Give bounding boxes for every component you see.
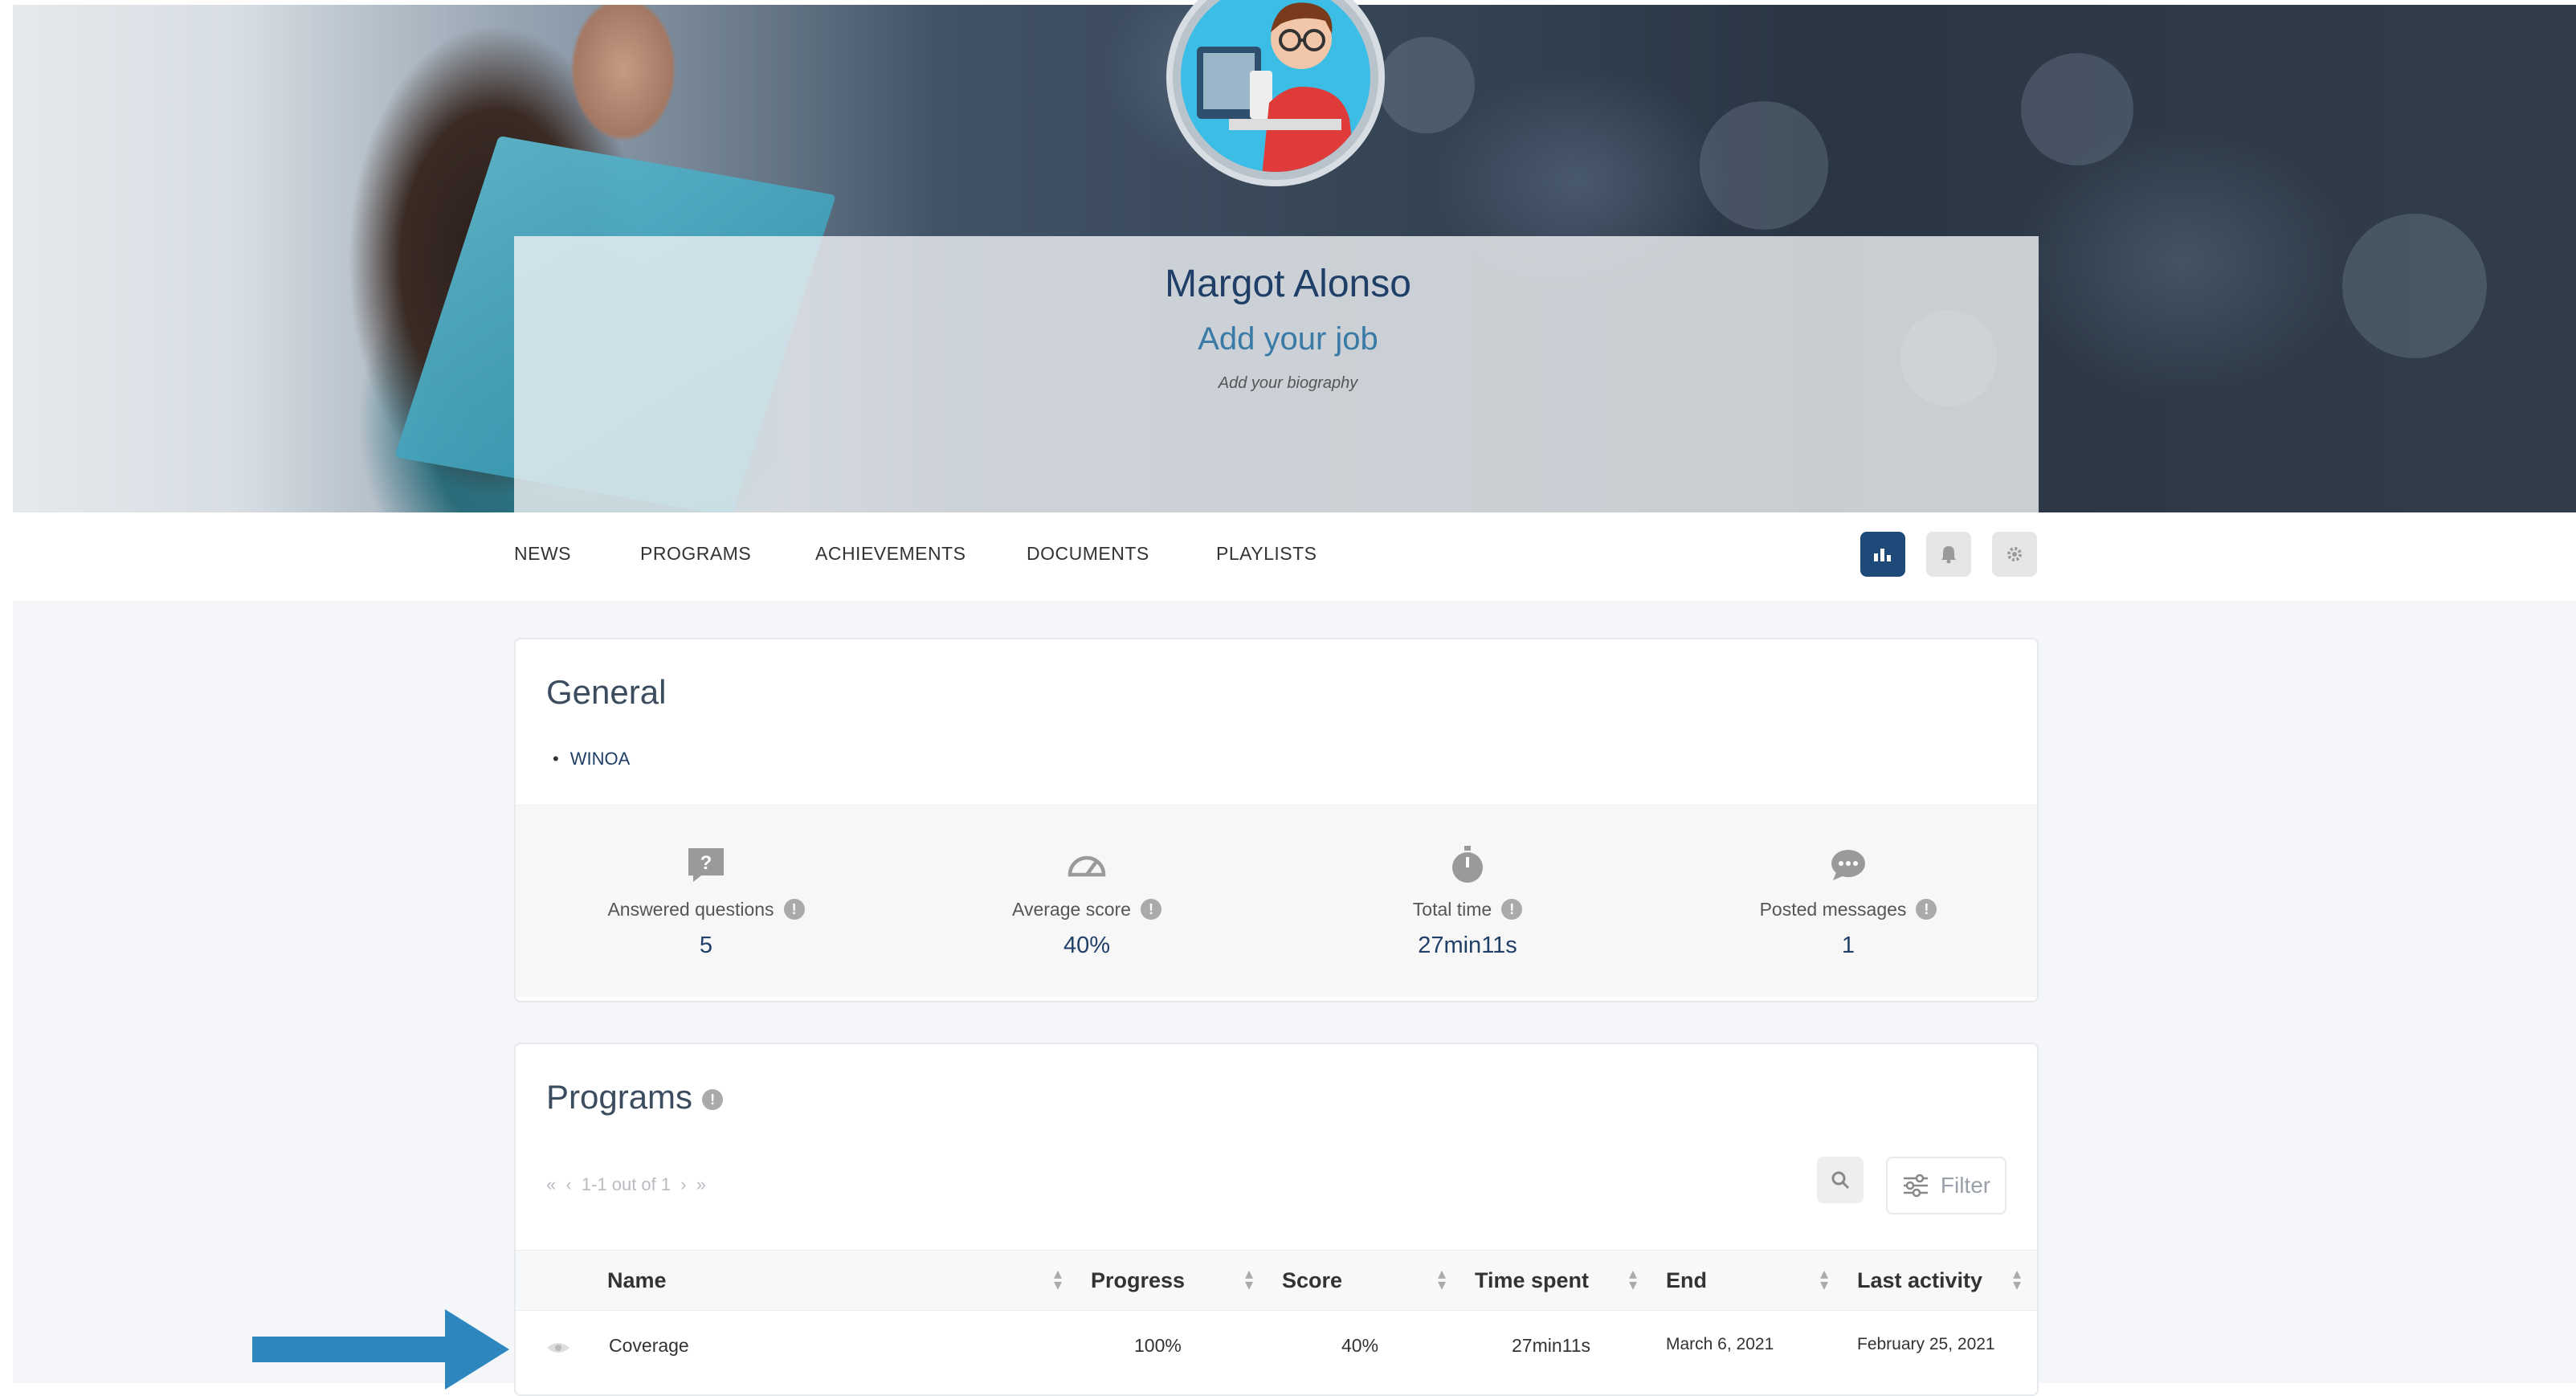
filter-label: Filter	[1940, 1173, 1991, 1198]
tab-playlists[interactable]: PLAYLISTS	[1216, 543, 1317, 565]
sort-icon[interactable]: ▴ ▾	[1629, 1266, 1637, 1293]
program-progress: 100%	[1134, 1335, 1182, 1356]
stat-value: 40%	[1063, 933, 1111, 958]
general-title: General	[546, 673, 667, 711]
next-page-icon[interactable]: ›	[680, 1174, 686, 1194]
prev-page-icon[interactable]: ‹	[565, 1174, 571, 1194]
pointer-arrow-icon	[252, 1309, 509, 1390]
info-icon[interactable]: !	[1140, 899, 1161, 920]
tab-documents[interactable]: DOCUMENTS	[1027, 543, 1149, 565]
sort-icon[interactable]: ▴ ▾	[1820, 1266, 1828, 1293]
program-last-activity: February 25, 2021	[1857, 1335, 1995, 1353]
stat-value: 27min11s	[1418, 933, 1517, 958]
last-page-icon[interactable]: »	[696, 1174, 706, 1194]
table-header: Name ▴ ▾ Progress ▴ ▾ Score ▴ ▾ Time spent …	[516, 1250, 2037, 1311]
stat-label: Posted messages	[1759, 899, 1907, 920]
filter-button[interactable]: Filter	[1886, 1157, 2007, 1214]
stat-label: Total time	[1412, 899, 1492, 920]
tab-news[interactable]: NEWS	[514, 543, 571, 565]
profile-job-link[interactable]: Add your job	[0, 321, 2576, 357]
info-icon[interactable]: !	[1916, 899, 1937, 920]
column-header-progress[interactable]: Progress	[1091, 1268, 1185, 1293]
eye-icon[interactable]	[546, 1338, 570, 1360]
group-list-item: • WINOA	[553, 749, 631, 769]
programs-card: Programs! « ‹ 1-1 out of 1 › » Filter Na…	[514, 1043, 2039, 1396]
gauge-icon	[1068, 846, 1106, 884]
general-card: General • WINOA ? Answered questions! 5 A…	[514, 638, 2039, 1002]
pagination: « ‹ 1-1 out of 1 › »	[546, 1174, 706, 1195]
stats-panel: ? Answered questions! 5 Average score! 4…	[516, 805, 2037, 997]
pagination-text: 1-1 out of 1	[581, 1174, 672, 1194]
info-icon[interactable]: !	[702, 1089, 724, 1110]
first-page-icon[interactable]: «	[546, 1174, 556, 1194]
program-name[interactable]: Coverage	[609, 1335, 689, 1357]
stat-value: 5	[699, 933, 713, 958]
notifications-button[interactable]	[1926, 532, 1971, 577]
program-time-spent: 27min11s	[1512, 1335, 1591, 1356]
column-header-end[interactable]: End	[1666, 1268, 1707, 1293]
sort-icon[interactable]: ▴ ▾	[1245, 1266, 1253, 1293]
sort-icon[interactable]: ▴ ▾	[2013, 1266, 2021, 1293]
column-header-time-spent[interactable]: Time spent	[1475, 1268, 1589, 1293]
sort-icon[interactable]: ▴ ▾	[1438, 1266, 1446, 1293]
chat-bubble-icon	[1829, 846, 1868, 884]
gear-icon	[2007, 547, 2022, 561]
programs-title: Programs!	[546, 1078, 724, 1116]
column-header-name[interactable]: Name	[607, 1268, 667, 1293]
bell-icon	[1941, 546, 1956, 564]
stat-label: Average score	[1012, 899, 1131, 920]
stopwatch-icon	[1448, 846, 1487, 884]
question-icon: ?	[687, 846, 725, 884]
column-header-last-activity[interactable]: Last activity	[1857, 1268, 1982, 1293]
search-button[interactable]	[1817, 1157, 1864, 1203]
tab-programs[interactable]: PROGRAMS	[640, 543, 751, 565]
info-icon[interactable]: !	[783, 899, 805, 920]
sort-icon[interactable]: ▴ ▾	[1054, 1266, 1062, 1293]
program-score: 40%	[1341, 1335, 1379, 1356]
group-name: WINOA	[569, 749, 631, 769]
search-icon	[1831, 1171, 1850, 1190]
tab-achievements[interactable]: ACHIEVEMENTS	[815, 543, 965, 565]
column-header-score[interactable]: Score	[1282, 1268, 1342, 1293]
bar-chart-icon	[1874, 549, 1891, 561]
profile-biography-link[interactable]: Add your biography	[0, 374, 2576, 393]
programs-title-text: Programs	[546, 1078, 693, 1116]
statistics-button[interactable]	[1860, 532, 1905, 577]
profile-name: Margot Alonso	[1165, 263, 1411, 305]
svg-text:?: ?	[700, 852, 712, 874]
sliders-icon	[1903, 1174, 1928, 1198]
stat-value: 1	[1841, 933, 1855, 958]
settings-button[interactable]	[1992, 532, 2037, 577]
info-icon[interactable]: !	[1501, 899, 1523, 920]
program-end-date: March 6, 2021	[1666, 1335, 1774, 1353]
avatar-illustration-icon	[1197, 2, 1357, 172]
stat-label: Answered questions	[607, 899, 774, 920]
